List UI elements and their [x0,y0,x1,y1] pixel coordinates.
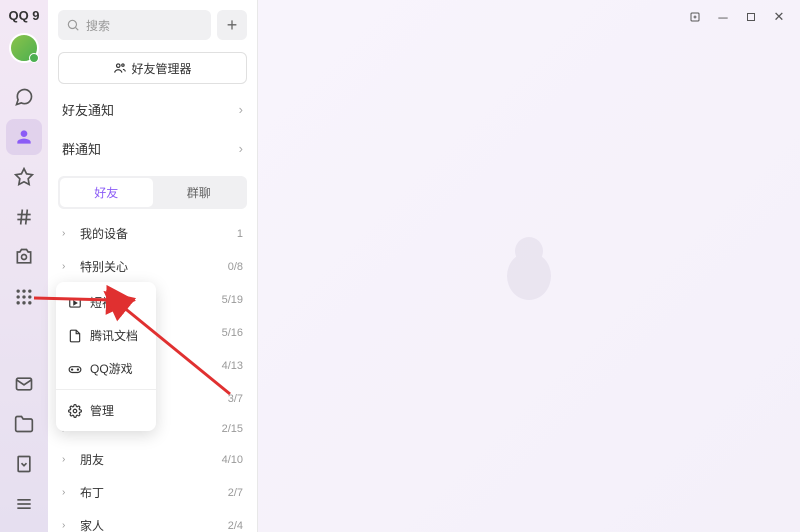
folder-icon[interactable] [6,406,42,442]
penguin-placeholder [499,231,559,301]
group-name: 朋友 [80,451,104,468]
group-count: 2/4 [228,520,243,532]
gear-icon [68,404,82,418]
main-area: ─ ✕ [258,0,800,532]
tab-friends[interactable]: 好友 [60,178,153,207]
group-count: 3/7 [228,393,243,405]
group-row[interactable]: › 家人 2/4 [48,509,257,532]
search-placeholder: 搜索 [86,17,110,34]
notice-label: 群通知 [62,139,101,158]
popup-label: 腾讯文档 [90,327,138,344]
maximize-button[interactable] [738,6,764,28]
group-count: 5/16 [222,327,243,339]
group-count: 4/10 [222,454,243,466]
bookmark-icon[interactable] [6,446,42,482]
group-count: 5/19 [222,294,243,306]
add-button[interactable]: + [217,10,247,40]
grid-popup: 短视频 腾讯文档 QQ游戏 管理 [56,282,156,431]
game-icon [68,362,82,376]
menu-icon[interactable] [6,486,42,522]
camera-icon[interactable] [6,239,42,275]
tab-groups[interactable]: 群聊 [153,178,246,207]
group-name: 家人 [80,517,104,532]
app-logo: QQ 9 [8,8,39,23]
group-name: 布丁 [80,484,104,501]
friend-notice[interactable]: 好友通知 › [48,90,257,129]
contacts-panel: 搜索 + 好友管理器 好友通知 › 群通知 › 好友 群聊 › 我的设备 1 › 特别关… [48,0,258,532]
star-icon[interactable] [6,159,42,195]
popup-label: 管理 [90,402,114,419]
video-icon [68,296,82,310]
chevron-right-icon: › [62,228,72,239]
friend-manager-button[interactable]: 好友管理器 [58,52,247,84]
popup-divider [56,389,156,390]
friend-manager-label: 好友管理器 [131,60,191,77]
popup-item-video[interactable]: 短视频 [56,286,156,319]
chat-icon[interactable] [6,79,42,115]
popup-item-doc[interactable]: 腾讯文档 [56,319,156,352]
group-name: 我的设备 [80,225,128,242]
contact-tabs: 好友 群聊 [58,176,247,209]
group-row[interactable]: › 特别关心 0/8 [48,250,257,283]
group-count: 2/7 [228,487,243,499]
group-count: 0/8 [228,261,243,273]
group-row[interactable]: › 朋友 4/10 [48,443,257,476]
chevron-right-icon: › [62,261,72,272]
titlebar: ─ ✕ [674,0,800,34]
group-notice[interactable]: 群通知 › [48,129,257,168]
group-row[interactable]: › 我的设备 1 [48,217,257,250]
contacts-icon[interactable] [6,119,42,155]
chevron-right-icon: › [62,487,72,498]
minimize-button[interactable]: ─ [710,6,736,28]
popup-item-manage[interactable]: 管理 [56,394,156,427]
close-button[interactable]: ✕ [766,6,792,28]
people-icon [113,61,127,75]
group-count: 2/15 [222,423,243,435]
chevron-right-icon: › [239,141,243,156]
grid-icon[interactable] [6,279,42,315]
search-input[interactable]: 搜索 [58,10,211,40]
search-icon [66,18,80,32]
doc-icon [68,329,82,343]
group-count: 4/13 [222,360,243,372]
notice-label: 好友通知 [62,100,114,119]
popup-label: QQ游戏 [90,360,133,377]
chevron-right-icon: › [239,102,243,117]
sidebar: QQ 9 [0,0,48,532]
user-avatar[interactable] [9,33,39,63]
feedback-icon[interactable] [682,6,708,28]
chevron-right-icon: › [62,454,72,465]
group-row[interactable]: › 布丁 2/7 [48,476,257,509]
group-count: 1 [237,228,243,240]
group-name: 特别关心 [80,258,128,275]
popup-label: 短视频 [90,294,126,311]
popup-item-game[interactable]: QQ游戏 [56,352,156,385]
chevron-right-icon: › [62,520,72,531]
mail-icon[interactable] [6,366,42,402]
hash-icon[interactable] [6,199,42,235]
